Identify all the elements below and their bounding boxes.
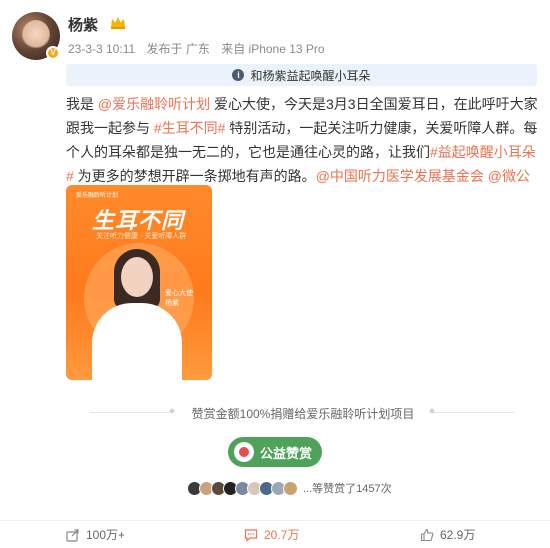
topic-banner-text: 和杨紫益起唤醒小耳朵 (250, 68, 371, 83)
share-icon (66, 528, 79, 542)
thumbs-up-icon (420, 528, 434, 541)
post-time[interactable]: 23-3-3 10:11 (68, 42, 135, 56)
hashtag-link[interactable]: #生耳不同# (154, 120, 226, 136)
poster-tag: 爱心大使 杨紫 (165, 290, 193, 307)
verified-badge: V (46, 46, 60, 60)
poster-person-body (92, 303, 182, 380)
like-count: 62.9万 (440, 528, 476, 542)
post-location: 发布于 广东 (146, 42, 210, 56)
post-meta: 23-3-3 10:11 发布于 广东 来自 iPhone 13 Pro (68, 40, 333, 57)
reward-notice: 赞赏金额100%捐赠给爱乐融聆听计划项目 (191, 407, 415, 421)
poster-subtitle: 关注听力健康 · 关爱听障人群 (96, 233, 187, 240)
comment-icon (244, 528, 258, 542)
supporter-avatars (187, 480, 298, 496)
post-image[interactable]: 爱乐融聆听计划 生耳不同 关注听力健康 · 关爱听障人群 爱心大使 杨紫 (66, 185, 212, 380)
supporter-avatar[interactable] (283, 480, 298, 496)
info-icon: i (232, 69, 245, 81)
action-bar: 100万+ 20.7万 62.9万 (0, 520, 550, 546)
content-text: 为更多的梦想开辟一条掷地有声的路。 (73, 168, 316, 184)
author-name[interactable]: 杨紫 (68, 14, 98, 35)
weibo-post: V 杨紫 23-3-3 10:11 发布于 广东 来自 iPhone 13 Pr… (0, 0, 550, 548)
supporters-count: ...等赞赏了1457次 (303, 483, 392, 495)
share-button[interactable]: 100万+ (66, 526, 125, 543)
like-button[interactable]: 62.9万 (420, 526, 475, 543)
divider (434, 412, 514, 413)
supporters-row[interactable]: ...等赞赏了1457次 (187, 480, 392, 496)
post-device: 来自 iPhone 13 Pro (221, 42, 325, 56)
mention-link[interactable]: @爱乐融聆听计划 (98, 96, 210, 112)
poster-person-face (121, 257, 153, 297)
crown-icon (111, 17, 125, 29)
content-text: 我是 (66, 96, 98, 112)
charity-heart-icon (234, 442, 254, 462)
mention-link[interactable]: @中国听力医学发展基金会 (316, 168, 484, 184)
comment-button[interactable]: 20.7万 (244, 526, 299, 543)
poster-logo: 爱乐融聆听计划 (76, 193, 119, 199)
share-count: 100万+ (86, 528, 126, 542)
charity-button-label: 公益赞赏 (260, 445, 313, 461)
topic-banner[interactable]: i 和杨紫益起唤醒小耳朵 (66, 64, 537, 86)
charity-reward-button[interactable]: 公益赞赏 (228, 437, 322, 467)
comment-count: 20.7万 (264, 528, 300, 542)
